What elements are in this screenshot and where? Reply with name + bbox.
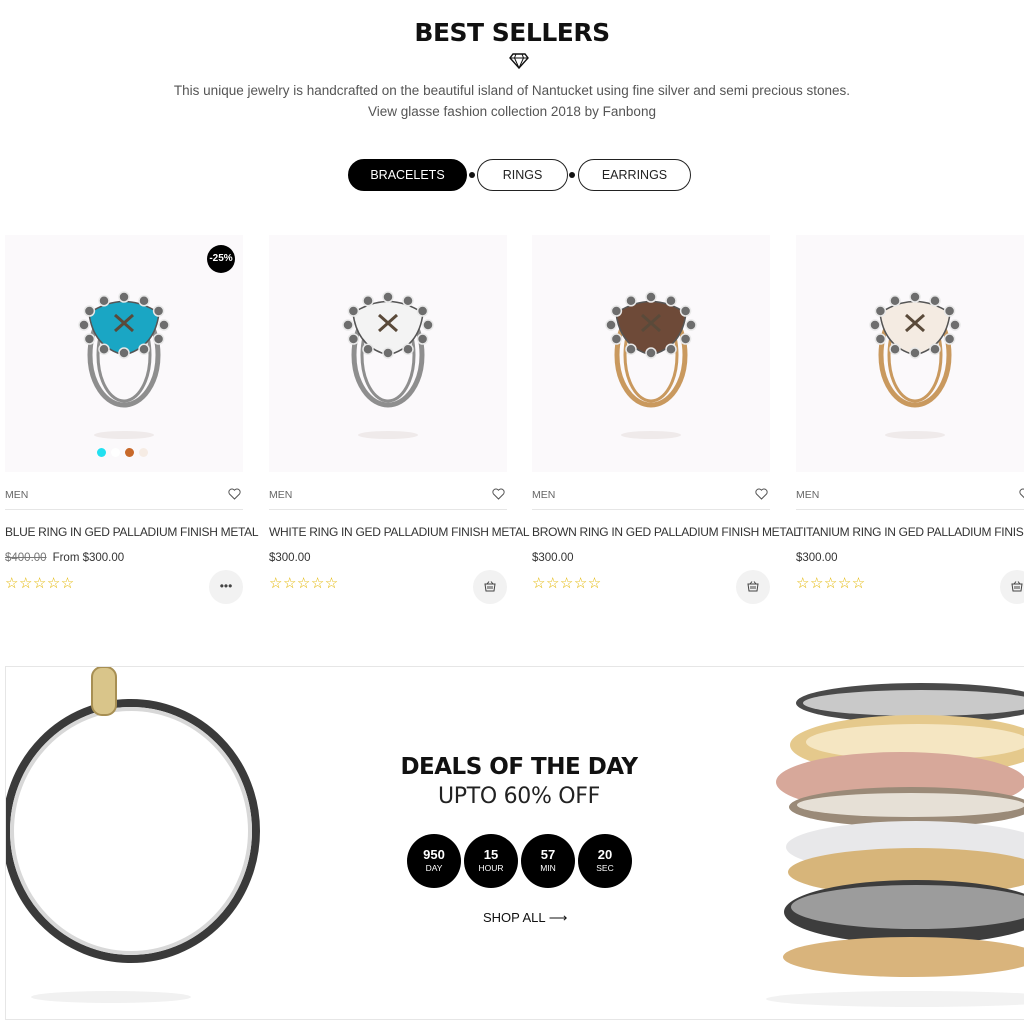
more-icon: ••• (219, 579, 233, 593)
product-meta: MEN (796, 472, 1024, 510)
star-rating: ☆☆☆☆☆ (5, 575, 75, 592)
heart-icon[interactable] (492, 488, 505, 500)
countdown-unit: MIN (540, 863, 556, 873)
product-image[interactable] (532, 235, 770, 472)
description-line-1: This unique jewelry is handcrafted on th… (173, 83, 851, 98)
cart-icon (484, 581, 496, 592)
ring-image (869, 291, 961, 439)
tab-rings[interactable]: RINGS (477, 159, 568, 191)
heart-icon[interactable] (228, 488, 241, 500)
countdown-value: 57 (540, 847, 556, 862)
product-price-row: $300.00 (796, 552, 1024, 564)
countdown-seconds: 20 SEC (578, 834, 632, 888)
product-image[interactable] (269, 235, 507, 472)
product-image[interactable] (796, 235, 1024, 472)
tab-earrings[interactable]: EARRINGS (578, 159, 691, 191)
tab-bracelets[interactable]: BRACELETS (348, 159, 467, 191)
section-description: This unique jewelry is handcrafted on th… (0, 80, 1024, 122)
description-line-2: View glasse fashion collection 2018 by F… (368, 104, 656, 119)
color-swatch[interactable] (125, 448, 134, 457)
deals-banner (5, 666, 1024, 1020)
product-card[interactable]: -25% MEN BLUE RING IN GED PALLADIUM FINISH… (5, 235, 259, 604)
countdown-unit: SEC (596, 863, 614, 873)
color-swatch[interactable] (111, 448, 120, 457)
diamond-icon (509, 53, 529, 69)
product-name[interactable]: WHITE RING IN GED PALLADIUM FINISH METAL (269, 525, 530, 539)
star-rating: ☆☆☆☆☆ (269, 575, 339, 592)
product-price-row: $400.00 From $300.00 (5, 552, 243, 564)
product-price: From $300.00 (52, 552, 125, 564)
ring-image (342, 291, 434, 439)
cart-icon (747, 581, 759, 592)
product-meta: MEN (5, 472, 243, 510)
heart-icon[interactable] (755, 488, 768, 500)
product-meta: MEN (532, 472, 770, 510)
countdown-value: 950 (423, 847, 445, 862)
product-price-row: $300.00 (532, 552, 770, 564)
product-price-row: $300.00 (269, 552, 507, 564)
category-tabs: BRACELETS RINGS EARRINGS (0, 159, 1024, 191)
discount-badge: -25% (207, 245, 235, 273)
tab-separator-dot (469, 172, 475, 178)
ring-image (605, 291, 697, 439)
color-swatch[interactable] (97, 448, 106, 457)
product-category: MEN (796, 489, 820, 501)
more-options-button[interactable]: ••• (209, 570, 243, 604)
color-swatches (97, 444, 153, 457)
old-price: $400.00 (5, 552, 47, 564)
product-category: MEN (532, 489, 556, 501)
deals-subtitle: UPTO 60% OFF (437, 784, 601, 809)
stacked-rings-image (766, 683, 1024, 1007)
product-price: $300.00 (532, 552, 574, 564)
product-category: MEN (5, 489, 29, 501)
star-rating: ☆☆☆☆☆ (532, 575, 602, 592)
cart-icon (1011, 581, 1023, 592)
countdown-value: 15 (483, 847, 499, 862)
deals-title: DEALS OF THE DAY (400, 754, 638, 780)
add-to-cart-button[interactable] (473, 570, 507, 604)
hoop-earring-image (6, 667, 260, 1003)
countdown-value: 20 (597, 847, 613, 862)
product-meta: MEN (269, 472, 507, 510)
product-image[interactable]: -25% (5, 235, 243, 472)
product-name[interactable]: TITANIUM RING IN GED PALLADIUM FINISH ME… (796, 525, 1024, 539)
star-rating: ☆☆☆☆☆ (796, 575, 866, 592)
tab-separator-dot (569, 172, 575, 178)
countdown-unit: HOUR (478, 863, 504, 873)
countdown-minutes: 57 MIN (521, 834, 575, 888)
product-category: MEN (269, 489, 293, 501)
product-card[interactable]: MEN TITANIUM RING IN GED PALLADIUM FINISH… (796, 235, 1024, 604)
countdown-days: 950 DAY (407, 834, 461, 888)
ring-image (78, 291, 170, 439)
add-to-cart-button[interactable] (1000, 570, 1024, 604)
product-card[interactable]: MEN BROWN RING IN GED PALLADIUM FINISH ME… (532, 235, 800, 604)
color-swatch[interactable] (139, 448, 148, 457)
product-name[interactable]: BROWN RING IN GED PALLADIUM FINISH METAL (532, 525, 800, 539)
deals-banner-art (6, 667, 1024, 1007)
countdown-unit: DAY (425, 863, 443, 873)
countdown-hours: 15 HOUR (464, 834, 518, 888)
heart-icon[interactable] (1019, 488, 1024, 500)
product-name[interactable]: BLUE RING IN GED PALLADIUM FINISH METAL (5, 525, 259, 539)
shop-all-link[interactable]: SHOP ALL ⟶ (483, 910, 567, 926)
add-to-cart-button[interactable] (736, 570, 770, 604)
product-price: $300.00 (269, 552, 311, 564)
product-price: $300.00 (796, 552, 838, 564)
product-card[interactable]: MEN WHITE RING IN GED PALLADIUM FINISH ME… (269, 235, 530, 604)
section-title: BEST SELLERS (414, 18, 610, 47)
